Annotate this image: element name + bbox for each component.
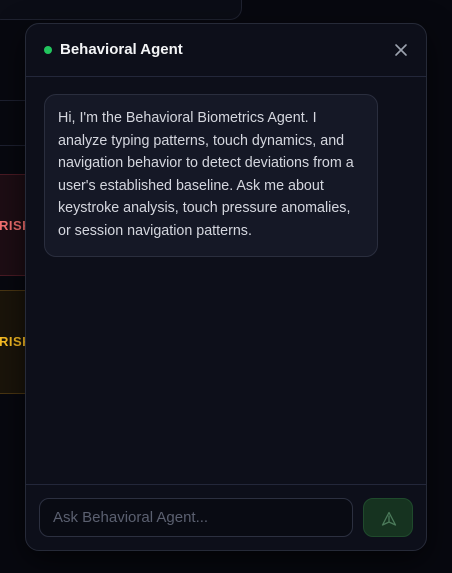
- chat-title: Behavioral Agent: [60, 41, 183, 58]
- agent-message: Hi, I'm the Behavioral Biometrics Agent.…: [44, 94, 378, 257]
- chat-header: Behavioral Agent: [26, 24, 426, 77]
- chat-panel: Behavioral Agent Hi, I'm the Behavioral …: [25, 23, 427, 551]
- close-button[interactable]: [392, 41, 410, 59]
- chat-input[interactable]: [39, 498, 353, 537]
- chat-composer: [26, 484, 426, 550]
- background-card-top: [0, 0, 242, 20]
- close-icon: [395, 44, 407, 56]
- message-list[interactable]: Hi, I'm the Behavioral Biometrics Agent.…: [26, 77, 426, 484]
- app-screen: RISK RISK Behavioral Agent Hi, I'm the B…: [0, 0, 452, 573]
- online-status-dot: [44, 46, 52, 54]
- send-button[interactable]: [363, 498, 413, 537]
- send-icon: [381, 511, 397, 526]
